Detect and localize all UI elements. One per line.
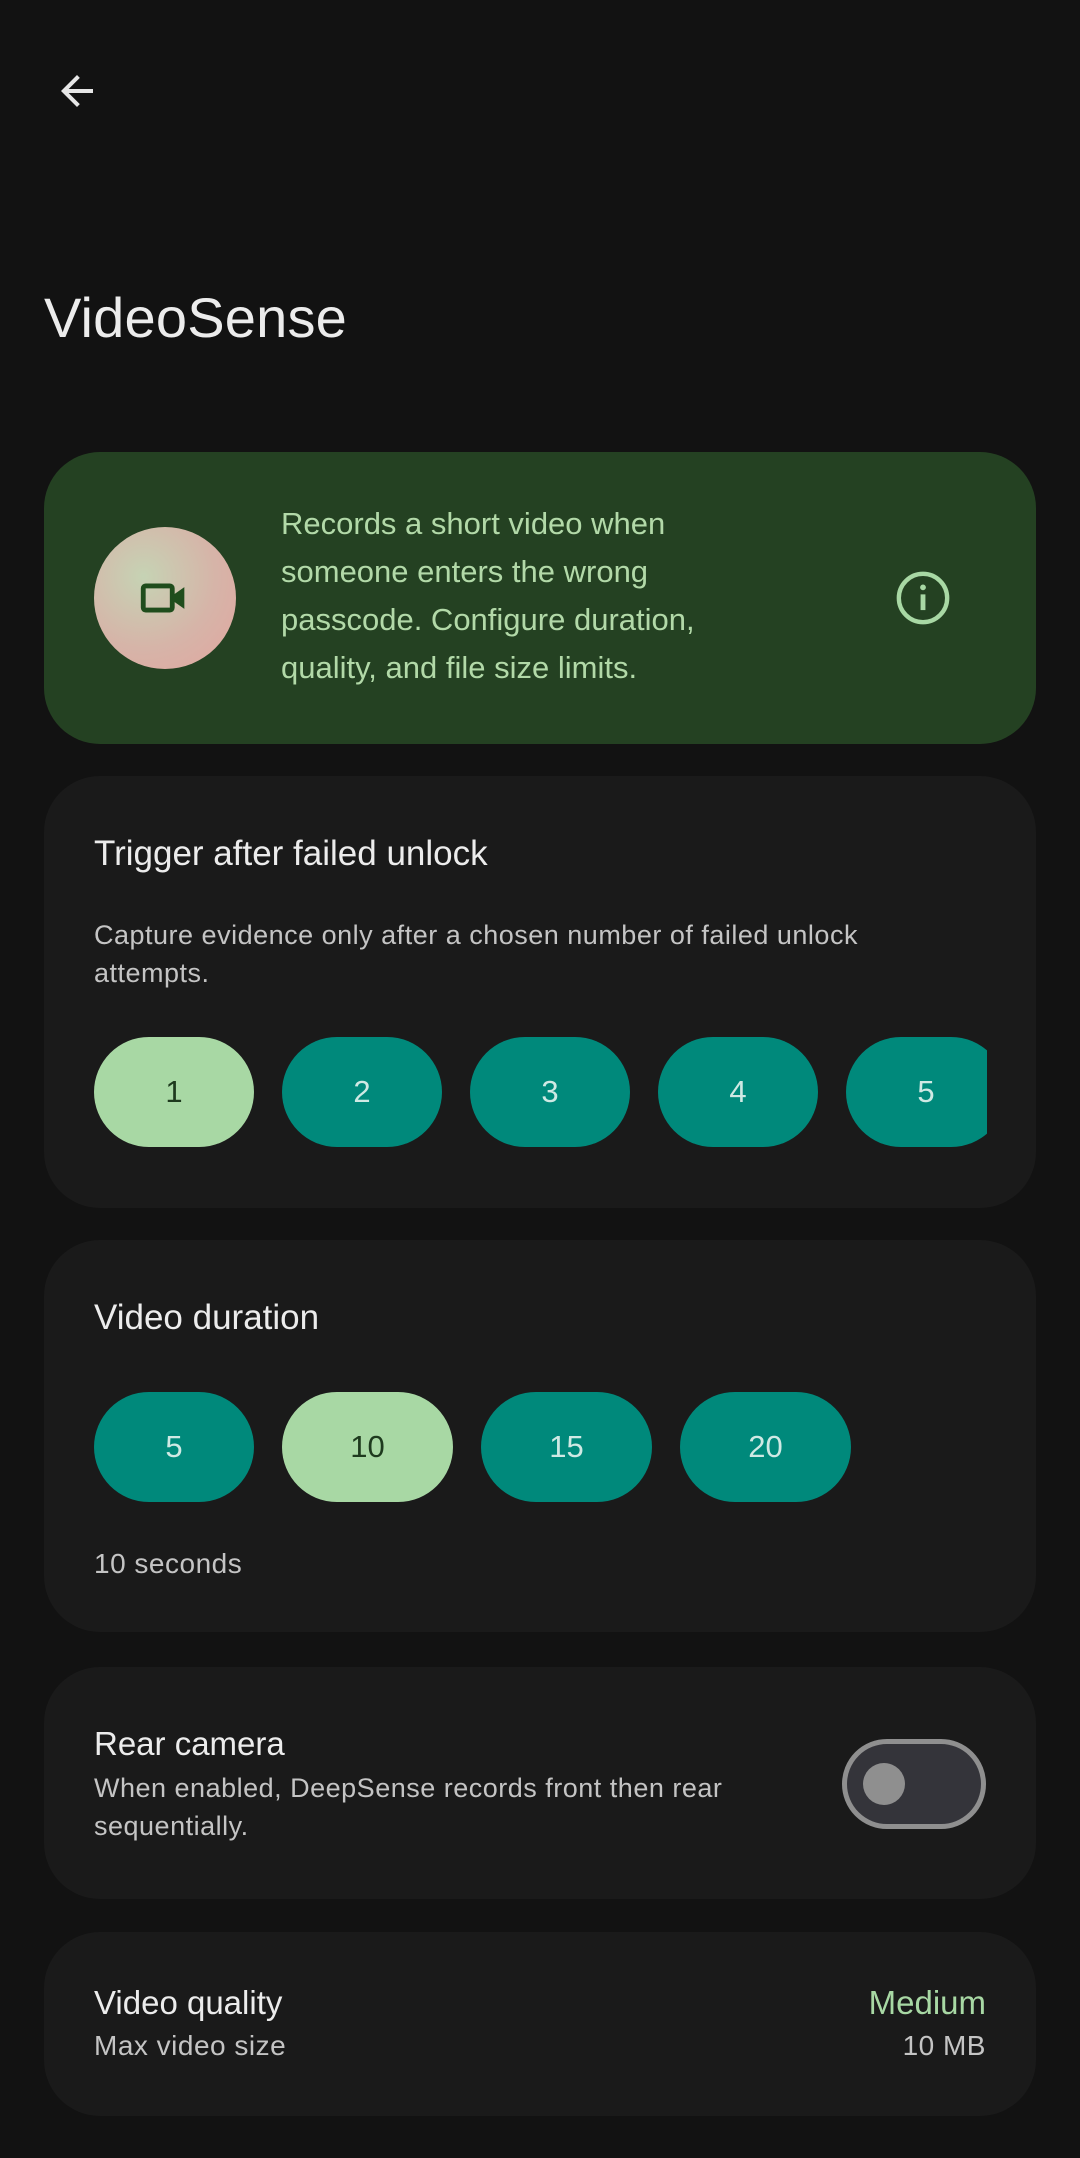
rear-camera-card: Rear camera When enabled, DeepSense reco… [44,1667,1036,1899]
videocam-icon [140,583,185,613]
page-title: VideoSense [44,286,347,349]
trigger-description: Capture evidence only after a chosen num… [94,920,858,988]
duration-option-10[interactable]: 10 [282,1392,453,1502]
video-quality-value: Medium [868,1984,986,2021]
info-button[interactable] [889,564,957,632]
toggle-thumb [863,1763,905,1805]
rear-camera-toggle[interactable] [842,1739,986,1829]
duration-helper: 10 seconds [94,1548,243,1579]
trigger-option-5[interactable]: 5 [846,1037,987,1147]
video-quality-subtitle: Max video size [94,2030,287,2061]
banner-avatar [94,527,236,669]
duration-option-15[interactable]: 15 [481,1392,652,1502]
trigger-title: Trigger after failed unlock [94,834,488,873]
video-quality-title: Video quality [94,1984,283,2021]
rear-camera-description: When enabled, DeepSense records front th… [94,1773,723,1841]
trigger-option-3[interactable]: 3 [470,1037,630,1147]
trigger-option-1[interactable]: 1 [94,1037,254,1147]
duration-options: 5 10 15 20 [94,1392,994,1502]
trigger-option-4[interactable]: 4 [658,1037,818,1147]
trigger-card: Trigger after failed unlock Capture evid… [44,776,1036,1208]
rear-camera-title: Rear camera [94,1725,285,1762]
trigger-option-2[interactable]: 2 [282,1037,442,1147]
info-banner: Records a short video when someone enter… [44,452,1036,744]
duration-title: Video duration [94,1298,320,1337]
duration-card: Video duration 5 10 15 20 10 seconds [44,1240,1036,1632]
video-size-value: 10 MB [902,2030,986,2061]
videosense-screen: VideoSense Records a short video when so… [0,0,1080,2158]
arrow-back-icon [61,75,93,107]
duration-option-20[interactable]: 20 [680,1392,851,1502]
back-button[interactable] [44,58,110,124]
info-icon [896,571,950,625]
duration-option-5[interactable]: 5 [94,1392,254,1502]
banner-description: Records a short video when someone enter… [281,506,695,685]
video-quality-card[interactable]: Video quality Max video size Medium 10 M… [44,1932,1036,2116]
trigger-options: 1 2 3 4 5 [94,1037,987,1147]
